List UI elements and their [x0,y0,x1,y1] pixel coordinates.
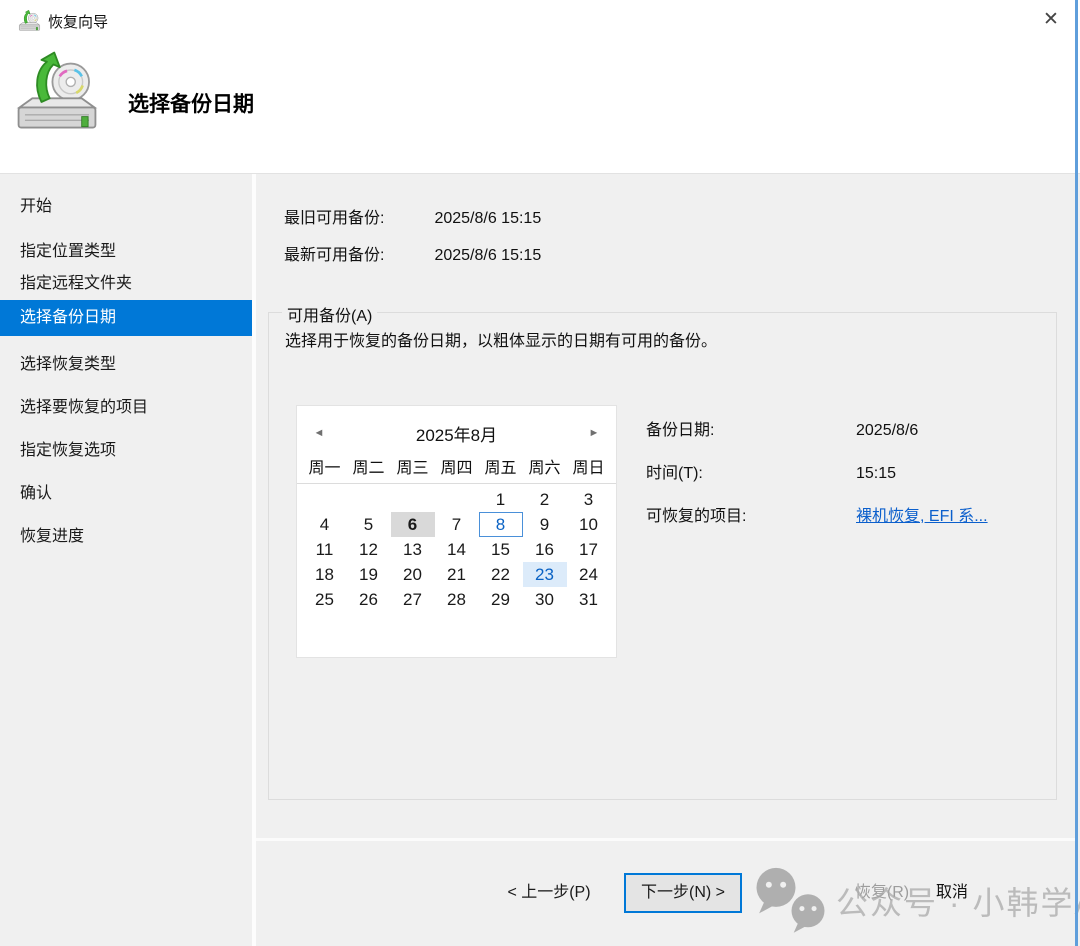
date-cell-31[interactable]: 31 [567,587,611,612]
weekday-header: 周五 [479,454,523,478]
detail-label-1: 时间(T): [646,459,856,483]
date-cell-6[interactable]: 6 [391,512,435,537]
recoverable-items-link[interactable]: 裸机恢复, EFI 系... [856,508,988,525]
date-cell-13[interactable]: 13 [391,537,435,562]
backup-date-calendar[interactable]: ◄ 2025年8月 ► 周一周二周三周四周五周六周日 1234567891011… [296,405,617,658]
back-button[interactable]: < 上一步(P) [489,876,609,912]
sidebar-step-0: 开始 [0,193,252,221]
calendar-month-title: 2025年8月 [327,421,586,446]
calendar-prev-icon[interactable]: ◄ [311,427,327,439]
weekday-header: 周四 [435,454,479,478]
date-cell-14[interactable]: 14 [435,537,479,562]
date-cell-12[interactable]: 12 [347,537,391,562]
newest-backup-label: 最新可用备份: [284,241,430,265]
date-cell-21[interactable]: 21 [435,562,479,587]
date-cell-5[interactable]: 5 [347,512,391,537]
date-cell-empty [347,487,391,512]
date-cell-8[interactable]: 8 [479,512,523,537]
detail-value-0: 2025/8/6 [856,422,918,439]
sidebar-step-3: 选择备份日期 [0,300,252,336]
date-cell-empty [303,487,347,512]
date-cell-18[interactable]: 18 [303,562,347,587]
calendar-nav: ◄ 2025年8月 ► [297,421,616,445]
sidebar-step-6: 指定恢复选项 [0,437,252,465]
oldest-backup-value: 2025/8/6 15:15 [434,210,541,227]
sidebar-step-7: 确认 [0,480,252,508]
date-cell-10[interactable]: 10 [567,512,611,537]
sidebar-step-4: 选择恢复类型 [0,351,252,379]
date-cell-26[interactable]: 26 [347,587,391,612]
date-cell-27[interactable]: 27 [391,587,435,612]
sidebar-steps: 开始指定位置类型指定远程文件夹选择备份日期选择恢复类型选择要恢复的项目指定恢复选… [0,174,252,946]
date-cell-3[interactable]: 3 [567,487,611,512]
main-content: 最旧可用备份: 2025/8/6 15:15 最新可用备份: 2025/8/6 … [256,174,1076,946]
date-cell-2[interactable]: 2 [523,487,567,512]
available-backups-groupbox: 可用备份(A) 选择用于恢复的备份日期，以粗体显示的日期有可用的备份。 ◄ 20… [268,312,1057,800]
wizard-header: 选择备份日期 [0,40,1080,173]
date-cell-29[interactable]: 29 [479,587,523,612]
cancel-button[interactable]: 取消 [897,876,1007,912]
groupbox-description: 选择用于恢复的备份日期，以粗体显示的日期有可用的备份。 [285,327,717,351]
sidebar-step-1: 指定位置类型 [0,238,252,266]
detail-value-1: 15:15 [856,465,896,482]
date-cell-1[interactable]: 1 [479,487,523,512]
oldest-backup-label: 最旧可用备份: [284,204,430,228]
date-cell-22[interactable]: 22 [479,562,523,587]
newest-backup-row: 最新可用备份: 2025/8/6 15:15 [284,241,541,265]
date-cell-23[interactable]: 23 [523,562,567,587]
detail-label-2: 可恢复的项目: [646,502,856,526]
backup-drive-icon [14,48,100,134]
detail-label-0: 备份日期: [646,416,856,440]
calendar-weekday-row: 周一周二周三周四周五周六周日 [297,454,616,484]
date-cell-17[interactable]: 17 [567,537,611,562]
footer-divider [256,838,1076,841]
app-icon [18,9,41,32]
date-cell-20[interactable]: 20 [391,562,435,587]
window-accent-border [1075,0,1078,946]
page-title: 选择备份日期 [128,88,254,118]
weekday-header: 周二 [347,454,391,478]
next-button[interactable]: 下一步(N) > [624,873,742,913]
date-cell-19[interactable]: 19 [347,562,391,587]
calendar-next-icon[interactable]: ► [586,427,602,439]
date-cell-28[interactable]: 28 [435,587,479,612]
date-cell-4[interactable]: 4 [303,512,347,537]
date-cell-empty [391,487,435,512]
weekday-header: 周六 [523,454,567,478]
recovery-wizard-window: 恢复向导 ✕ 选择备份日期 开始指定位置类型指定远程文件夹选择备份日期选择恢复类… [0,0,1080,946]
backup-details: 备份日期:2025/8/6 时间(T):15:15 可恢复的项目:裸机恢复, EFI… [646,416,988,545]
date-cell-24[interactable]: 24 [567,562,611,587]
detail-row-1: 时间(T):15:15 [646,459,988,481]
sidebar-step-5: 选择要恢复的项目 [0,394,252,422]
calendar-date-grid: 1234567891011121314151617181920212223242… [297,487,616,612]
window-title: 恢复向导 [48,11,108,32]
groupbox-legend: 可用备份(A) [282,302,377,326]
date-cell-30[interactable]: 30 [523,587,567,612]
detail-row-0: 备份日期:2025/8/6 [646,416,988,438]
sidebar-step-8: 恢复进度 [0,523,252,551]
newest-backup-value: 2025/8/6 15:15 [434,247,541,264]
titlebar: 恢复向导 ✕ [0,0,1080,40]
sidebar-step-2: 指定远程文件夹 [0,270,252,298]
wizard-body: 开始指定位置类型指定远程文件夹选择备份日期选择恢复类型选择要恢复的项目指定恢复选… [0,174,1080,946]
detail-row-2: 可恢复的项目:裸机恢复, EFI 系... [646,502,988,524]
weekday-header: 周日 [567,454,611,478]
date-cell-16[interactable]: 16 [523,537,567,562]
close-icon[interactable]: ✕ [1036,6,1066,34]
date-cell-empty [435,487,479,512]
date-cell-25[interactable]: 25 [303,587,347,612]
date-cell-9[interactable]: 9 [523,512,567,537]
date-cell-11[interactable]: 11 [303,537,347,562]
date-cell-7[interactable]: 7 [435,512,479,537]
weekday-header: 周一 [303,454,347,478]
oldest-backup-row: 最旧可用备份: 2025/8/6 15:15 [284,204,541,228]
weekday-header: 周三 [391,454,435,478]
date-cell-15[interactable]: 15 [479,537,523,562]
